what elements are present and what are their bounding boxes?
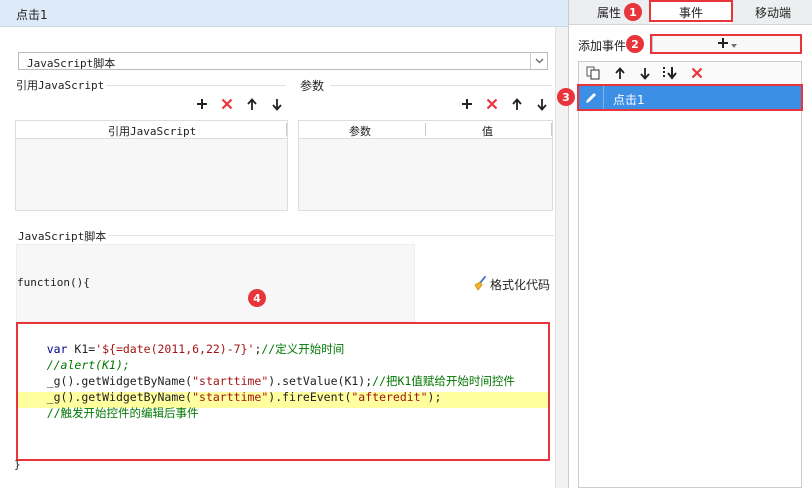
left-panel: 点击1 JavaScript脚本 引用JavaScript 引用JavaScri… bbox=[0, 0, 569, 488]
script-section-label: JavaScript脚本 bbox=[18, 230, 107, 243]
params-down-icon[interactable] bbox=[534, 96, 550, 112]
chevron-down-icon[interactable] bbox=[530, 53, 547, 69]
events-tab-highlight-box bbox=[649, 0, 733, 22]
tab-properties-label: 属性 bbox=[596, 5, 621, 20]
params-label: 参数 bbox=[300, 79, 325, 93]
ref-js-up-icon[interactable] bbox=[244, 96, 260, 112]
ref-js-down-icon[interactable] bbox=[269, 96, 285, 112]
format-code-button[interactable]: 格式化代码 bbox=[472, 276, 550, 292]
add-event-label: 添加事件 bbox=[578, 39, 627, 53]
event-list: 点击1 bbox=[578, 61, 802, 488]
script-type-select[interactable]: JavaScript脚本 bbox=[18, 52, 548, 70]
event-toolbar bbox=[579, 62, 801, 85]
function-header: function(){ bbox=[17, 276, 90, 289]
params-table-header: 参数 值 bbox=[299, 121, 552, 139]
tab-mobile[interactable]: 移动端 bbox=[733, 0, 812, 24]
params-table: 参数 值 bbox=[298, 120, 553, 211]
ref-js-table-header: 引用JavaScript bbox=[16, 121, 287, 139]
badge-2: 2 bbox=[626, 35, 644, 53]
params-divider bbox=[330, 85, 552, 86]
delete-event-icon[interactable] bbox=[689, 65, 705, 81]
ref-js-column-header: 引用JavaScript bbox=[108, 125, 197, 138]
ref-js-add-icon[interactable] bbox=[194, 96, 210, 112]
badge-4: 4 bbox=[248, 289, 266, 307]
params-delete-icon[interactable] bbox=[484, 96, 500, 112]
code-editor-highlight-box bbox=[16, 322, 550, 461]
panel-header: 点击1 bbox=[0, 0, 568, 27]
move-bottom-icon[interactable] bbox=[662, 65, 678, 81]
params-column-value: 值 bbox=[482, 125, 493, 138]
ref-js-divider bbox=[106, 85, 286, 86]
params-add-icon[interactable] bbox=[459, 96, 475, 112]
params-up-icon[interactable] bbox=[509, 96, 525, 112]
closing-brace: } bbox=[14, 458, 21, 471]
params-column-param: 参数 bbox=[349, 125, 371, 138]
badge-3: 3 bbox=[557, 88, 575, 106]
ref-js-delete-icon[interactable] bbox=[219, 96, 235, 112]
ref-js-table: 引用JavaScript bbox=[15, 120, 288, 211]
event-item-highlight-box bbox=[577, 84, 803, 111]
broom-icon bbox=[472, 276, 488, 292]
ref-js-label: 引用JavaScript bbox=[16, 79, 105, 92]
script-section-divider bbox=[108, 235, 554, 236]
right-panel: 属性 事件 移动端 添加事件 点击1 1 2 3 bbox=[557, 0, 812, 488]
move-up-icon[interactable] bbox=[612, 65, 628, 81]
badge-1: 1 bbox=[624, 3, 642, 21]
panel-title: 点击1 bbox=[16, 8, 48, 22]
script-type-value: JavaScript脚本 bbox=[27, 57, 116, 70]
tab-mobile-label: 移动端 bbox=[754, 5, 791, 20]
copy-icon[interactable] bbox=[585, 65, 601, 81]
format-code-label: 格式化代码 bbox=[490, 277, 551, 292]
add-event-highlight-box bbox=[650, 34, 802, 54]
move-down-icon[interactable] bbox=[637, 65, 653, 81]
